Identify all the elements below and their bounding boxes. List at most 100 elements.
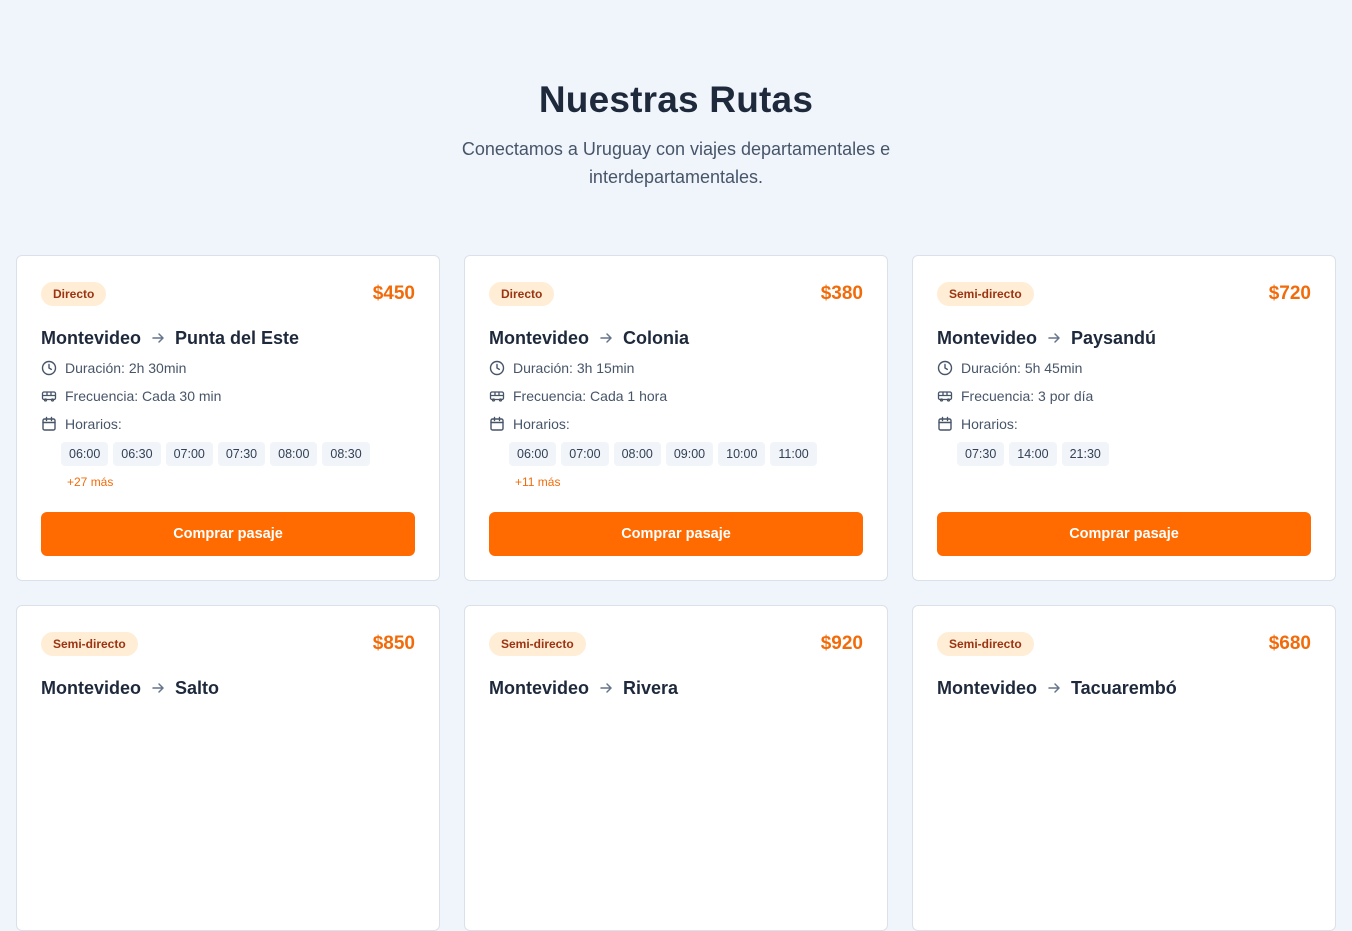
route-destination: Punta del Este	[175, 327, 300, 348]
time-chip: 07:00	[561, 442, 609, 466]
buy-ticket-button[interactable]: Comprar pasaje	[489, 512, 863, 556]
routes-grid: Directo $450 Montevideo Punta del Este Durac…	[16, 255, 1336, 931]
schedule-label: Horarios:	[65, 416, 122, 432]
route-price: $450	[372, 283, 415, 304]
route-type-badge: Directo	[489, 282, 555, 306]
route-name: Montevideo Rivera	[489, 676, 863, 700]
duration-value: 2h 30min	[128, 360, 187, 376]
calendar-icon	[41, 416, 57, 432]
frequency-value: Cada 30 min	[142, 388, 222, 404]
card-top: Semi-directo $720	[937, 282, 1311, 306]
frequency-label: Frecuencia:	[65, 388, 139, 404]
time-chip: 08:00	[613, 442, 661, 466]
more-times-link[interactable]: +27 más	[67, 475, 415, 491]
clock-icon	[937, 360, 953, 376]
route-destination: Rivera	[623, 677, 679, 698]
arrow-right-icon	[1047, 331, 1061, 345]
route-destination: Salto	[175, 677, 220, 698]
time-chip: 08:00	[270, 442, 318, 466]
buy-ticket-button[interactable]: Comprar pasaje	[41, 512, 415, 556]
route-type-badge: Semi-directo	[489, 632, 586, 656]
more-times-link[interactable]: +11 más	[515, 475, 863, 491]
card-top: Directo $450	[41, 282, 415, 306]
arrow-right-icon	[599, 331, 613, 345]
page-subtitle: Conectamos a Uruguay con viajes departam…	[461, 139, 891, 187]
route-origin: Montevideo	[41, 677, 142, 698]
route-type-badge: Semi-directo	[41, 632, 138, 656]
route-price: $720	[1268, 283, 1311, 304]
route-origin: Montevideo	[937, 327, 1038, 348]
bus-icon	[937, 388, 953, 404]
time-chip: 07:30	[957, 442, 1005, 466]
calendar-icon	[489, 416, 505, 432]
route-origin: Montevideo	[489, 677, 590, 698]
route-schedule: Horarios:	[489, 414, 863, 434]
route-card: Directo $450 Montevideo Punta del Este Durac…	[16, 255, 440, 581]
route-destination: Colonia	[623, 327, 690, 348]
time-chip: 08:30	[322, 442, 370, 466]
schedule-times: 07:30 14:00 21:30	[957, 442, 1311, 466]
route-name: Montevideo Punta del Este	[41, 326, 415, 350]
card-top: Semi-directo $850	[41, 632, 415, 656]
route-schedule: Horarios:	[937, 414, 1311, 434]
schedule-times: 06:00 06:30 07:00 07:30 08:00 08:30	[61, 442, 415, 466]
card-top: Semi-directo $680	[937, 632, 1311, 656]
time-chip: 06:30	[113, 442, 161, 466]
time-chip: 09:00	[665, 442, 714, 466]
duration-label: Duración:	[65, 360, 125, 376]
route-price: $380	[820, 283, 863, 304]
route-type-badge: Directo	[41, 282, 107, 306]
route-name: Montevideo Paysandú	[937, 326, 1311, 350]
route-duration: Duración: 5h 45min	[937, 358, 1311, 378]
arrow-right-icon	[151, 331, 165, 345]
route-origin: Montevideo	[937, 677, 1038, 698]
time-chip: 14:00	[1009, 442, 1057, 466]
route-origin: Montevideo	[41, 327, 142, 348]
time-chip: 06:00	[509, 442, 557, 466]
routes-header: Nuestras Rutas Conectamos a Uruguay con …	[0, 0, 1352, 191]
route-card: Directo $380 Montevideo Colonia Duración: 3h…	[464, 255, 888, 581]
time-chip: 21:30	[1061, 442, 1109, 466]
route-destination: Paysandú	[1071, 327, 1157, 348]
time-chip: 07:00	[165, 442, 213, 466]
schedule-label: Horarios:	[961, 416, 1018, 432]
route-origin: Montevideo	[489, 327, 590, 348]
route-name: Montevideo Salto	[41, 676, 415, 700]
card-top: Semi-directo $920	[489, 632, 863, 656]
route-card: Semi-directo $680 Montevideo Tacuarembó	[912, 605, 1336, 931]
frequency-value: 3 por día	[1038, 388, 1094, 404]
route-price: $850	[372, 633, 415, 654]
calendar-icon	[937, 416, 953, 432]
route-card: Semi-directo $850 Montevideo Salto	[16, 605, 440, 931]
route-destination: Tacuarembó	[1071, 677, 1177, 698]
route-duration: Duración: 2h 30min	[41, 358, 415, 378]
bus-icon	[41, 388, 57, 404]
schedule-times: 06:00 07:00 08:00 09:00 10:00 11:00	[509, 442, 863, 466]
route-name: Montevideo Tacuarembó	[937, 676, 1311, 700]
buy-ticket-button[interactable]: Comprar pasaje	[937, 512, 1311, 556]
duration-value: 5h 45min	[1024, 360, 1083, 376]
route-frequency: Frecuencia: Cada 30 min	[41, 386, 415, 406]
duration-value: 3h 15min	[576, 360, 635, 376]
route-price: $680	[1268, 633, 1311, 654]
arrow-right-icon	[151, 681, 165, 695]
route-frequency: Frecuencia: Cada 1 hora	[489, 386, 863, 406]
route-price: $920	[820, 633, 863, 654]
route-frequency: Frecuencia: 3 por día	[937, 386, 1311, 406]
time-chip: 10:00	[718, 442, 766, 466]
arrow-right-icon	[599, 681, 613, 695]
duration-label: Duración:	[961, 360, 1021, 376]
bus-icon	[489, 388, 505, 404]
frequency-value: Cada 1 hora	[590, 388, 668, 404]
route-type-badge: Semi-directo	[937, 282, 1034, 306]
route-card: Semi-directo $720 Montevideo Paysandú Duraci…	[912, 255, 1336, 581]
time-chip: 11:00	[770, 442, 817, 466]
arrow-right-icon	[1047, 681, 1061, 695]
route-card: Semi-directo $920 Montevideo Rivera	[464, 605, 888, 931]
route-duration: Duración: 3h 15min	[489, 358, 863, 378]
schedule-label: Horarios:	[513, 416, 570, 432]
frequency-label: Frecuencia:	[513, 388, 587, 404]
frequency-label: Frecuencia:	[961, 388, 1035, 404]
route-schedule: Horarios:	[41, 414, 415, 434]
route-type-badge: Semi-directo	[937, 632, 1034, 656]
